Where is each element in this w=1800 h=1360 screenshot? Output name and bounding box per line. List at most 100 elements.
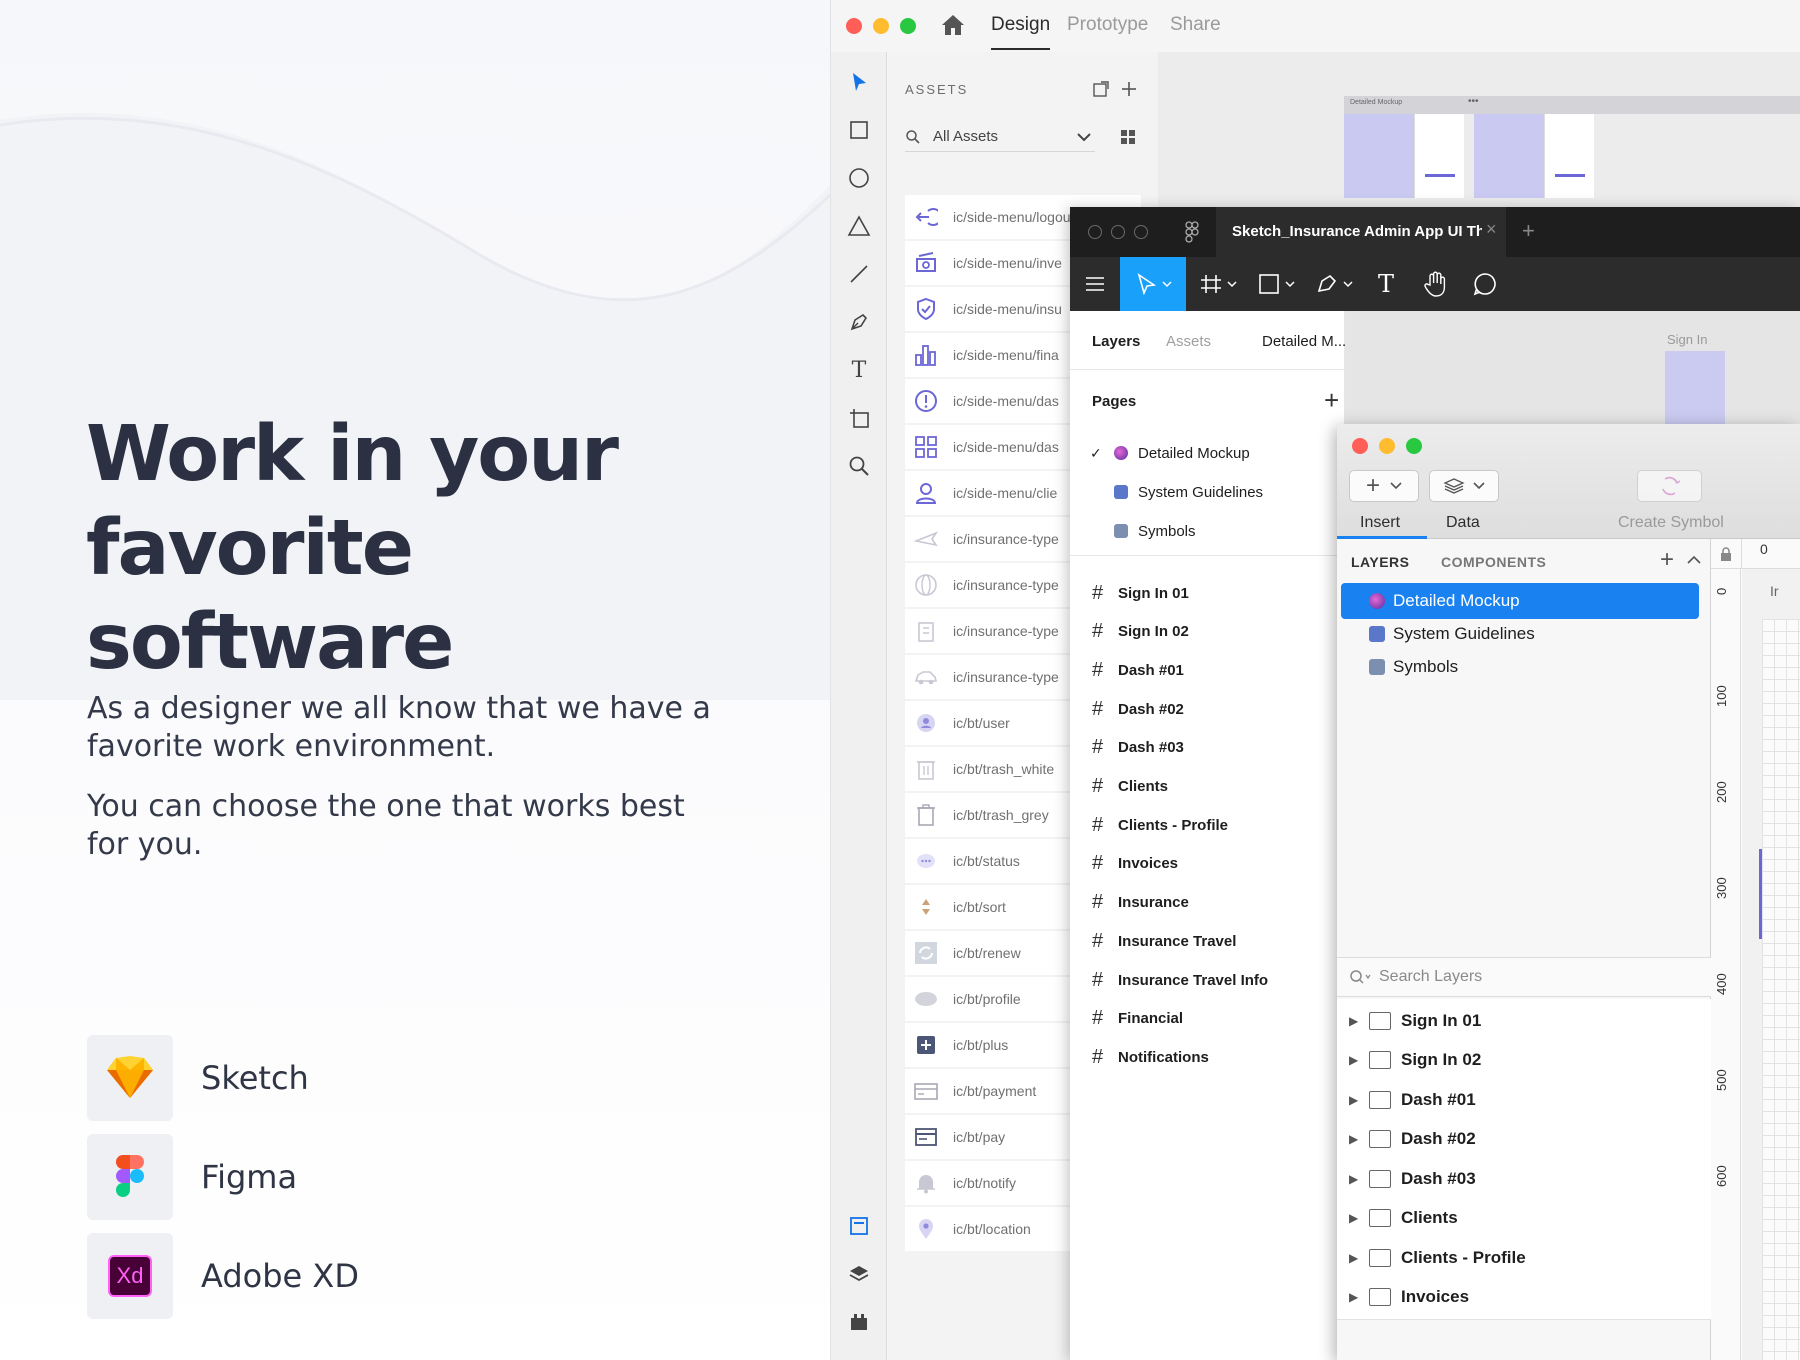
disclosure-triangle-icon[interactable]: ▶ bbox=[1349, 1172, 1365, 1186]
frame-item[interactable]: # Notifications bbox=[1092, 1038, 1209, 1076]
pen-tool-icon[interactable] bbox=[845, 308, 873, 336]
main-menu-icon[interactable] bbox=[1070, 257, 1120, 311]
collapse-pages-icon[interactable] bbox=[1687, 555, 1701, 565]
sketch-layer-item[interactable]: ▶ Dash #03 bbox=[1337, 1157, 1711, 1201]
minimize-window-button[interactable] bbox=[1379, 438, 1395, 454]
grid-view-icon[interactable] bbox=[1120, 129, 1136, 145]
sketch-layer-item[interactable]: ▶ Sign In 02 bbox=[1337, 1038, 1711, 1083]
asset-label: ic/bt/notify bbox=[953, 1175, 1017, 1191]
frame-item[interactable]: # Dash #03 bbox=[1092, 729, 1184, 767]
sketch-layer-item[interactable]: ▶ Invoices bbox=[1337, 1275, 1711, 1320]
line-tool-icon[interactable] bbox=[845, 260, 873, 288]
sketch-layer-label: Dash #02 bbox=[1401, 1129, 1476, 1148]
open-library-icon[interactable] bbox=[1093, 81, 1109, 97]
sketch-page-item[interactable]: System Guidelines bbox=[1341, 616, 1699, 652]
disclosure-triangle-icon[interactable]: ▶ bbox=[1349, 1211, 1365, 1225]
assets-filter-dropdown[interactable]: All Assets bbox=[905, 122, 1095, 152]
close-window-button[interactable] bbox=[1352, 438, 1368, 454]
sketch-canvas[interactable]: Ir bbox=[1742, 569, 1800, 1360]
tab-share[interactable]: Share bbox=[1170, 14, 1221, 36]
hand-tool-icon[interactable] bbox=[1410, 257, 1460, 311]
disclosure-triangle-icon[interactable]: ▶ bbox=[1349, 1014, 1365, 1028]
polygon-tool-icon[interactable] bbox=[845, 212, 873, 240]
add-asset-icon[interactable] bbox=[1121, 81, 1137, 97]
disclosure-triangle-icon[interactable]: ▶ bbox=[1349, 1093, 1365, 1107]
zoom-tool-icon[interactable] bbox=[845, 452, 873, 480]
move-tool-icon[interactable] bbox=[1120, 257, 1186, 311]
tab-prototype[interactable]: Prototype bbox=[1067, 14, 1148, 36]
frame-item[interactable]: # Insurance Travel bbox=[1092, 922, 1236, 960]
sketch-layer-item[interactable]: ▶ Sign In 01 bbox=[1337, 999, 1711, 1043]
tab-layers[interactable]: Layers bbox=[1092, 333, 1140, 350]
artboard-thumb-1[interactable] bbox=[1344, 114, 1414, 198]
assets-panel-icon[interactable] bbox=[845, 1212, 873, 1240]
disclosure-triangle-icon[interactable]: ▶ bbox=[1349, 1132, 1365, 1146]
frame-item[interactable]: # Invoices bbox=[1092, 845, 1178, 883]
insert-button[interactable]: + bbox=[1349, 470, 1419, 502]
maximize-window-button[interactable] bbox=[1406, 438, 1422, 454]
comment-tool-icon[interactable] bbox=[1460, 257, 1510, 311]
frame-item[interactable]: # Financial bbox=[1092, 1000, 1183, 1038]
select-tool-icon[interactable] bbox=[845, 68, 873, 96]
asset-label: ic/side-menu/clie bbox=[953, 485, 1058, 501]
canvas-frame[interactable] bbox=[1665, 351, 1725, 431]
plugins-panel-icon[interactable] bbox=[845, 1308, 873, 1336]
rectangle-tool-icon[interactable] bbox=[845, 116, 873, 144]
sketch-layer-item[interactable]: ▶ Clients bbox=[1337, 1196, 1711, 1241]
pay-card-icon bbox=[905, 1115, 947, 1159]
frame-tool-icon[interactable] bbox=[1192, 257, 1248, 311]
disclosure-triangle-icon[interactable]: ▶ bbox=[1349, 1251, 1365, 1265]
maximize-window-button[interactable] bbox=[1134, 225, 1148, 239]
disclosure-triangle-icon[interactable]: ▶ bbox=[1349, 1290, 1365, 1304]
disclosure-triangle-icon[interactable]: ▶ bbox=[1349, 1053, 1365, 1067]
artboard-thumb-1-screen[interactable] bbox=[1414, 114, 1464, 198]
minimize-window-button[interactable] bbox=[873, 18, 889, 34]
frame-item[interactable]: # Sign In 01 bbox=[1092, 574, 1189, 612]
frame-item[interactable]: # Clients - Profile bbox=[1092, 806, 1228, 844]
artboard-thumb-2[interactable] bbox=[1474, 114, 1544, 198]
close-window-button[interactable] bbox=[846, 18, 862, 34]
close-window-button[interactable] bbox=[1088, 225, 1102, 239]
layers-panel-icon[interactable] bbox=[845, 1260, 873, 1288]
frame-item[interactable]: # Clients bbox=[1092, 768, 1168, 806]
frame-item[interactable]: # Sign In 02 bbox=[1092, 613, 1189, 651]
minimize-window-button[interactable] bbox=[1111, 225, 1125, 239]
data-button[interactable] bbox=[1429, 470, 1499, 502]
ellipse-tool-icon[interactable] bbox=[845, 164, 873, 192]
frame-item[interactable]: # Insurance bbox=[1092, 884, 1189, 922]
frame-icon: # bbox=[1092, 581, 1104, 604]
new-tab-icon[interactable]: + bbox=[1522, 218, 1535, 244]
page-item[interactable]: System Guidelines bbox=[1070, 472, 1340, 512]
figma-home-icon[interactable] bbox=[1185, 221, 1199, 243]
search-layers-field[interactable]: Search Layers bbox=[1337, 957, 1711, 997]
home-icon[interactable] bbox=[941, 14, 965, 36]
tab-layers[interactable]: LAYERS bbox=[1351, 554, 1410, 570]
sketch-layer-item[interactable]: ▶ Dash #01 bbox=[1337, 1078, 1711, 1122]
frame-item[interactable]: # Insurance Travel Info bbox=[1092, 961, 1268, 999]
tab-assets[interactable]: Assets bbox=[1166, 333, 1211, 350]
shape-tool-icon[interactable] bbox=[1250, 257, 1306, 311]
artboard-tool-icon[interactable] bbox=[845, 404, 873, 432]
maximize-window-button[interactable] bbox=[900, 18, 916, 34]
frame-item[interactable]: # Dash #02 bbox=[1092, 690, 1184, 728]
page-item[interactable]: ✓ Detailed Mockup bbox=[1070, 433, 1340, 473]
sketch-page-item[interactable]: Symbols bbox=[1341, 649, 1699, 685]
tab-design[interactable]: Design bbox=[991, 14, 1051, 50]
sketch-page-item[interactable]: Detailed Mockup bbox=[1341, 583, 1699, 619]
sketch-layer-item[interactable]: ▶ Clients - Profile bbox=[1337, 1236, 1711, 1280]
page-switcher[interactable]: Detailed M... bbox=[1254, 329, 1346, 353]
artboard-thumb-2-screen[interactable] bbox=[1544, 114, 1594, 198]
create-symbol-button[interactable] bbox=[1637, 470, 1702, 502]
tab-components[interactable]: COMPONENTS bbox=[1441, 554, 1546, 570]
frame-item[interactable]: # Dash #01 bbox=[1092, 651, 1184, 689]
artboard-more-icon[interactable]: ••• bbox=[1468, 96, 1479, 107]
text-tool-icon[interactable]: T bbox=[1364, 257, 1408, 311]
close-tab-icon[interactable]: × bbox=[1486, 219, 1497, 240]
add-page-icon[interactable]: + bbox=[1660, 546, 1674, 574]
add-page-icon[interactable]: + bbox=[1324, 385, 1339, 416]
pen-tool-icon[interactable] bbox=[1308, 257, 1364, 311]
lock-icon[interactable] bbox=[1711, 539, 1741, 569]
text-tool-icon[interactable]: T bbox=[845, 356, 873, 384]
sketch-layer-item[interactable]: ▶ Dash #02 bbox=[1337, 1117, 1711, 1162]
page-item[interactable]: Symbols bbox=[1070, 511, 1340, 551]
